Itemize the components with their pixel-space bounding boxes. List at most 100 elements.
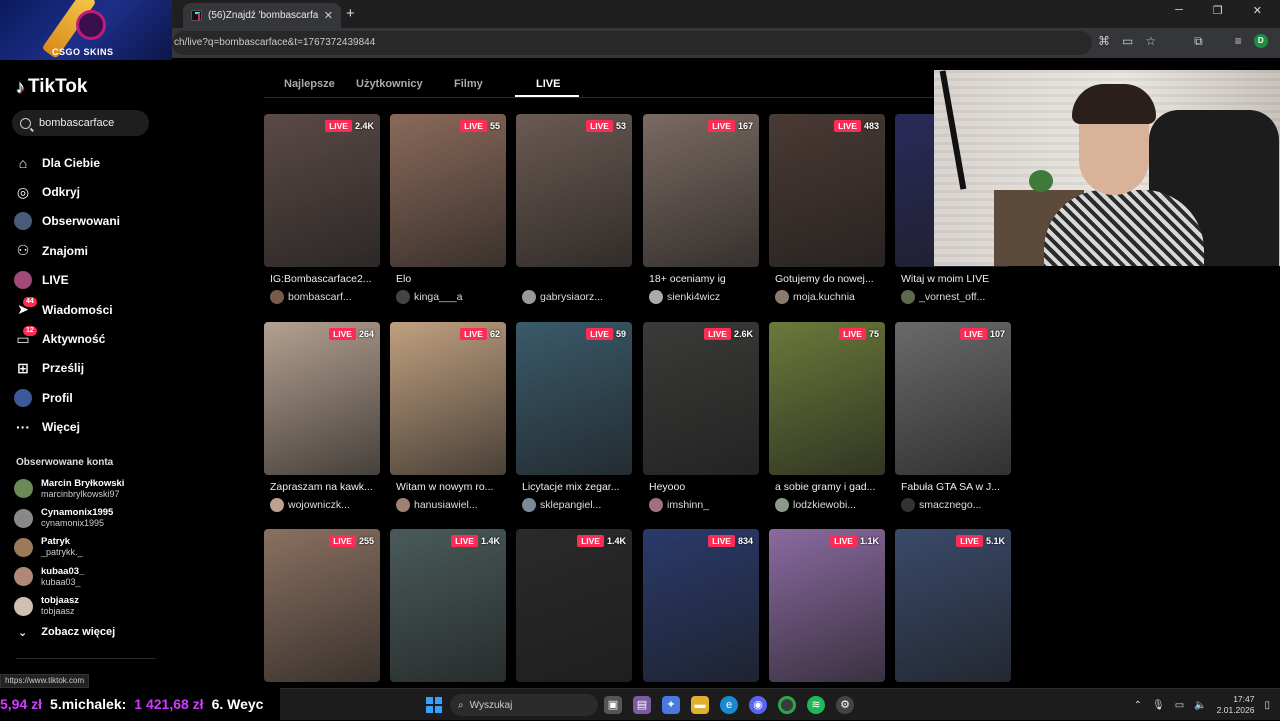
tab-top[interactable]: Najlepsze [284,78,335,90]
followed-account[interactable]: tobjaasztobjaasz [14,592,124,621]
cast-icon[interactable]: ▭ [1122,34,1133,49]
live-host[interactable]: wojowniczk... [270,498,350,512]
live-thumbnail[interactable]: LIVE5.1K [895,529,1011,682]
streamer-body [1044,190,1204,266]
live-title[interactable]: IG:Bombascarface2... [270,273,380,285]
live-title[interactable]: Fabuła GTA SA w J... [901,481,1011,493]
see-more-button[interactable]: ⌄ Zobacz więcej [18,626,115,639]
tab-users[interactable]: Użytkownicy [356,78,423,90]
live-thumbnail[interactable]: LIVE75 [769,322,885,475]
copilot-icon[interactable]: ✦ [662,696,680,714]
sidebar-item-label: Profil [42,391,73,405]
notifications-icon[interactable]: ▯ [1264,700,1270,711]
tray-chevron-icon[interactable]: ⌃ [1134,700,1142,711]
live-thumbnail[interactable]: LIVE55 [390,114,506,267]
live-host[interactable]: bombascarf... [270,290,352,304]
sidebar-item-more[interactable]: ···Więcej [14,413,120,442]
live-title[interactable]: Licytacje mix zegar... [522,481,632,493]
sidebar-item-profile[interactable]: Profil [14,383,120,412]
live-title[interactable]: Witaj w moim LIVE [901,273,1011,285]
clock[interactable]: 17:47 2.01.2026 [1217,694,1255,716]
file-explorer-icon[interactable]: ▬ [691,696,709,714]
live-host[interactable]: moja.kuchnia [775,290,855,304]
followed-account[interactable]: Patryk_patrykk._ [14,533,124,562]
browser-tab-bar: ‹ (56)Znajdź 'bombascarface' na ✕ + ─ ❐ … [0,0,1280,28]
live-host[interactable]: sienki4wicz [649,290,720,304]
sidebar-item-activity[interactable]: ▭12Aktywność [14,324,120,353]
edge-icon[interactable]: e [720,696,738,714]
microphone-icon[interactable]: 🎙 [1152,700,1165,711]
sidebar-item-messages[interactable]: ➤44Wiadomości [14,295,120,324]
live-title[interactable]: Elo [396,273,506,285]
live-host[interactable]: smacznego... [901,498,981,512]
url-field[interactable]: ch/live?q=bombascarface&t=1767372439844 [172,31,1092,55]
minimize-icon[interactable]: ─ [1175,4,1183,17]
live-title[interactable]: a sobie gramy i gad... [775,481,885,493]
live-host[interactable]: lodzkiewobi... [775,498,856,512]
browser-tab-active[interactable]: (56)Znajdź 'bombascarface' na ✕ [183,3,341,28]
live-host[interactable]: imshinn_ [649,498,709,512]
discord-icon[interactable]: ◉ [749,696,767,714]
steam-icon[interactable]: ⚙ [836,696,854,714]
live-host[interactable]: kinga___a [396,290,462,304]
live-host[interactable]: gabrysiaorz... [522,290,603,304]
volume-icon[interactable]: 🔈 [1194,700,1206,711]
windows-start-icon[interactable] [426,697,442,713]
restore-icon[interactable]: ❐ [1213,4,1223,17]
tab-close-icon[interactable]: ✕ [324,9,333,22]
chrome-icon[interactable] [778,696,796,714]
followed-account[interactable]: kubaa03_kubaa03_ [14,562,124,591]
live-thumbnail[interactable]: LIVE1.1K [769,529,885,682]
live-thumbnail[interactable]: LIVE1.4K [390,529,506,682]
sidebar-item-friends[interactable]: ⚇Znajomi [14,236,120,265]
window-close-icon[interactable]: ✕ [1253,4,1262,17]
taskbar-search[interactable]: ⌕ Wyszukaj [450,694,598,716]
live-thumbnail[interactable]: LIVE2.4K [264,114,380,267]
live-thumbnail[interactable]: LIVE167 [643,114,759,267]
live-thumbnail[interactable]: LIVE2.6K [643,322,759,475]
clock-time: 17:47 [1217,694,1255,705]
browser-tab-title: (56)Znajdź 'bombascarface' na [208,10,318,21]
live-thumbnail[interactable]: LIVE834 [643,529,759,682]
live-thumbnail[interactable]: LIVE1.4K [516,529,632,682]
spotify-icon[interactable]: ≋ [807,696,825,714]
tiktok-logo[interactable]: ♪ TikTok [16,76,87,98]
tab-live[interactable]: LIVE [536,78,560,90]
live-title[interactable]: Witam w nowym ro... [396,481,506,493]
sidebar-item-compass[interactable]: ◎Odkryj [14,177,120,206]
profile-avatar[interactable]: D [1254,34,1268,48]
live-host[interactable]: hanusiawiel... [396,498,478,512]
live-host[interactable]: _vornest_off... [901,290,985,304]
reading-list-icon[interactable]: ≡ [1235,34,1242,49]
sidebar-item-home[interactable]: ⌂Dla Ciebie [14,148,120,177]
sidebar-item-following-avatar[interactable]: Obserwowani [14,207,120,236]
live-title[interactable]: Gotujemy do nowej... [775,273,885,285]
sidebar-item-live[interactable]: LIVE [14,266,120,295]
extensions-icon[interactable]: ⧉ [1194,34,1203,49]
live-thumbnail[interactable]: LIVE264 [264,322,380,475]
followed-account[interactable]: Marcin Bryłkowskimarcinbrylkowski97 [14,474,124,503]
live-thumbnail[interactable]: LIVE59 [516,322,632,475]
live-title[interactable]: 18+ oceniamy ig [649,273,759,285]
account-handle: marcinbrylkowski97 [41,489,124,500]
tab-videos[interactable]: Filmy [454,78,483,90]
live-title[interactable]: Zapraszam na kawk... [270,481,380,493]
account-name: Patryk [41,536,83,547]
translate-icon[interactable]: ⌘ [1098,34,1110,49]
followed-account[interactable]: Cynamonix1995cynamonix1995 [14,503,124,532]
store-icon[interactable]: ▤ [633,696,651,714]
live-thumbnail[interactable]: LIVE107 [895,322,1011,475]
task-view-icon[interactable]: ▣ [604,696,622,714]
live-thumbnail[interactable]: LIVE483 [769,114,885,267]
live-thumbnail[interactable]: LIVE255 [264,529,380,682]
ticker-amount-5: 1 421,68 zł [134,696,203,712]
live-thumbnail[interactable]: LIVE62 [390,322,506,475]
live-thumbnail[interactable]: LIVE53 [516,114,632,267]
new-tab-icon[interactable]: + [346,5,355,22]
live-title[interactable]: Heyooo [649,481,759,493]
live-host[interactable]: sklepangiel... [522,498,601,512]
search-input[interactable]: bombascarface [12,110,149,136]
sidebar-item-upload[interactable]: ⊞Prześlij [14,354,120,383]
network-icon[interactable]: ▭ [1175,700,1184,711]
bookmark-star-icon[interactable]: ☆ [1145,34,1156,49]
